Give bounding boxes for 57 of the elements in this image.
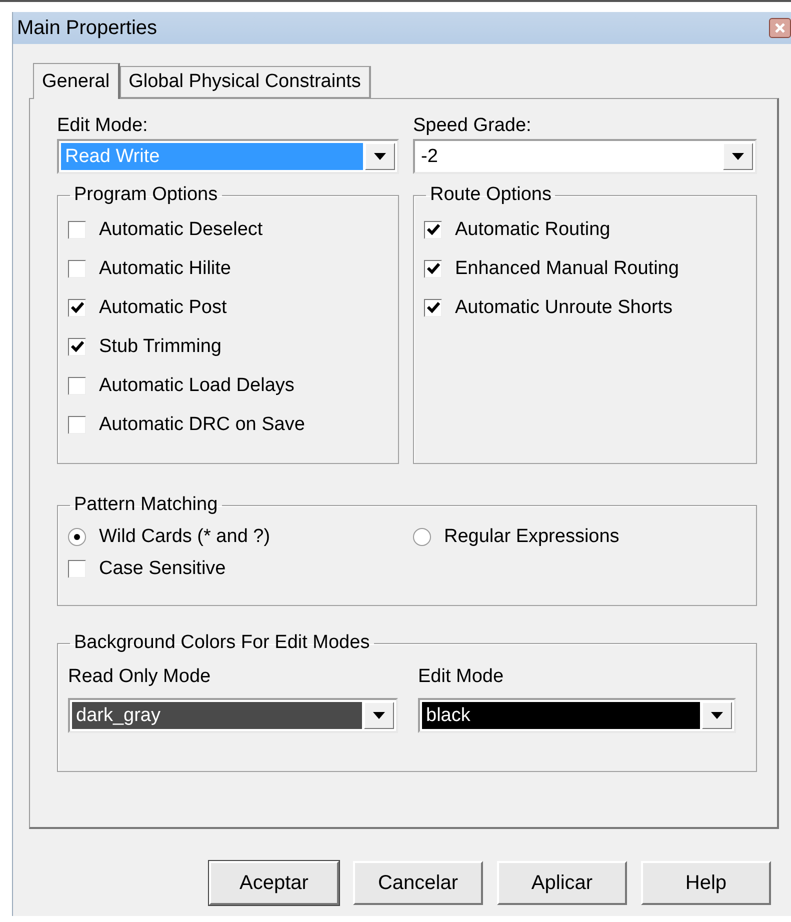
field-label: Speed Grade: — [413, 115, 532, 137]
dropdown-button[interactable] — [365, 143, 395, 170]
dropdown-arrow-icon — [374, 153, 386, 160]
dropdown-button[interactable] — [723, 143, 753, 170]
dropdown-button[interactable] — [364, 702, 394, 729]
checkbox-label: Automatic Hilite — [99, 258, 231, 280]
group-title: Background Colors For Edit Modes — [73, 632, 371, 654]
checkmark-icon — [70, 302, 84, 313]
dropdown-arrow-icon — [732, 153, 744, 160]
checkbox[interactable] — [68, 220, 86, 238]
dropdown-button[interactable] — [702, 702, 732, 729]
checkbox-label: Automatic Post — [99, 296, 227, 318]
color-dropdown[interactable]: dark_gray — [68, 698, 398, 733]
group-title: Program Options — [73, 184, 219, 206]
close-icon — [775, 23, 785, 33]
checkbox-label: Enhanced Manual Routing — [455, 258, 679, 280]
tab[interactable]: General — [33, 63, 120, 99]
checkbox-label: Automatic Deselect — [99, 218, 263, 240]
checkmark-icon — [426, 224, 440, 235]
radio-button[interactable] — [68, 528, 86, 546]
checkmark-icon — [426, 302, 440, 313]
window-title: Main Properties — [17, 16, 158, 40]
dialog-button[interactable]: Aplicar — [497, 861, 627, 905]
dropdown-field[interactable]: -2 — [413, 139, 757, 174]
checkmark-icon — [70, 341, 84, 352]
group-title: Pattern Matching — [73, 494, 219, 516]
checkbox-label: Automatic Load Delays — [99, 374, 294, 396]
checkbox-label: Stub Trimming — [99, 336, 222, 358]
checkbox-label: Automatic Unroute Shorts — [455, 296, 673, 318]
checkbox[interactable] — [424, 220, 442, 238]
dialog-button[interactable]: Cancelar — [353, 861, 483, 905]
close-button[interactable] — [769, 18, 791, 38]
checkbox[interactable] — [424, 260, 442, 278]
dropdown-arrow-icon — [711, 712, 723, 719]
dialog-button[interactable]: Help — [641, 861, 771, 905]
checkbox[interactable] — [68, 376, 86, 394]
group-title: Route Options — [429, 184, 552, 206]
checkbox-label: Automatic DRC on Save — [99, 414, 305, 436]
field-label: Edit Mode — [418, 666, 504, 688]
checkbox[interactable] — [68, 338, 86, 356]
tab[interactable]: Global Physical Constraints — [120, 66, 371, 98]
radio-label: Wild Cards (* and ?) — [99, 526, 270, 548]
checkbox[interactable] — [424, 298, 442, 316]
color-dropdown[interactable]: black — [418, 698, 736, 733]
checkbox[interactable] — [68, 298, 86, 316]
checkbox-label: Case Sensitive — [99, 558, 226, 580]
field-label: Read Only Mode — [68, 666, 211, 688]
checkbox-label: Automatic Routing — [455, 218, 610, 240]
radio-label: Regular Expressions — [444, 526, 620, 548]
checkbox[interactable] — [68, 260, 86, 278]
radio-button[interactable] — [413, 528, 431, 546]
dialog-button[interactable]: Aceptar — [209, 861, 339, 905]
checkbox[interactable] — [68, 560, 86, 578]
checkmark-icon — [426, 263, 440, 274]
checkbox[interactable] — [68, 416, 86, 434]
field-label: Edit Mode: — [57, 115, 148, 137]
dropdown-arrow-icon — [373, 712, 385, 719]
